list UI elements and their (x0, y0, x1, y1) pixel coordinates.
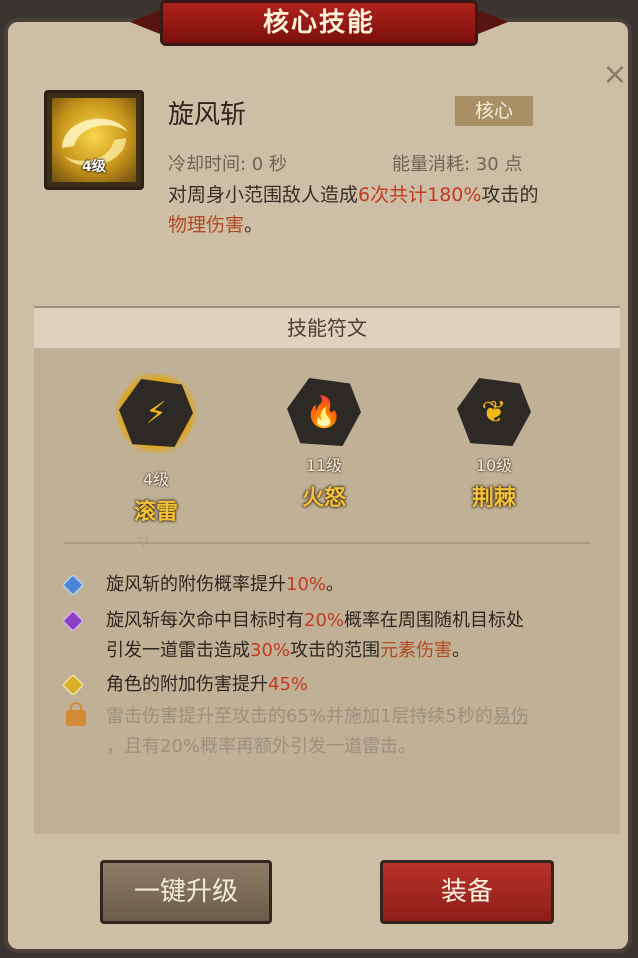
upgrade-button[interactable]: 一键升级 (100, 860, 272, 924)
thorn-rune-icon: ❦ (481, 394, 507, 430)
fire-rune-icon: 🔥 (305, 394, 343, 430)
rune-name: 火怒 (301, 486, 346, 511)
rune-lightning[interactable]: ⚡ 4级 滚雷 (96, 372, 216, 526)
rune-name: 滚雷 (133, 500, 178, 525)
equip-button[interactable]: 装备 (380, 860, 554, 924)
skill-tag: 核心 (455, 96, 533, 126)
gold-diamond-icon (63, 675, 83, 695)
whirlwind-icon: 4级 (52, 98, 136, 182)
rune-name: 荆棘 (471, 486, 516, 511)
energy-cost-text: 能量消耗: 30 点 (392, 154, 523, 175)
blue-diamond-icon (63, 575, 83, 595)
skill-icon: 4级 (44, 90, 144, 190)
rune-level: 11级 (305, 456, 343, 475)
rune-section: 技能符文 ⚡ 4级 滚雷 🔥 11级 火怒 ❦ 10级 荆棘 ▽ 旋风斩的附伤概… (34, 306, 620, 834)
cooldown-text: 冷却时间: 0 秒 (168, 154, 287, 175)
chevron-down-icon: ▽ (138, 534, 149, 550)
lightning-rune-icon: ⚡ (145, 395, 167, 431)
skill-level: 4级 (82, 159, 106, 175)
skill-panel: × 4级 旋风斩 核心 冷却时间: 0 秒 能量消耗: 30 点 对周身小范围敌… (4, 18, 632, 953)
close-button[interactable]: × (600, 60, 630, 90)
rune-level: 10级 (475, 456, 513, 475)
rune-fire[interactable]: 🔥 11级 火怒 (264, 378, 384, 512)
lock-icon (66, 702, 86, 726)
rune-thorn[interactable]: ❦ 10级 荆棘 (434, 378, 554, 512)
page-title: 核心技能 (160, 0, 478, 46)
skill-name: 旋风斩 (168, 100, 247, 130)
purple-diamond-icon (63, 611, 83, 631)
skill-description: 对周身小范围敌人造成6次共计180%攻击的 物理伤害。 (168, 184, 539, 236)
selected-glow: ⚡ (113, 372, 199, 454)
rune-level: 4级 (142, 470, 170, 489)
rune-section-title: 技能符文 (34, 308, 620, 348)
